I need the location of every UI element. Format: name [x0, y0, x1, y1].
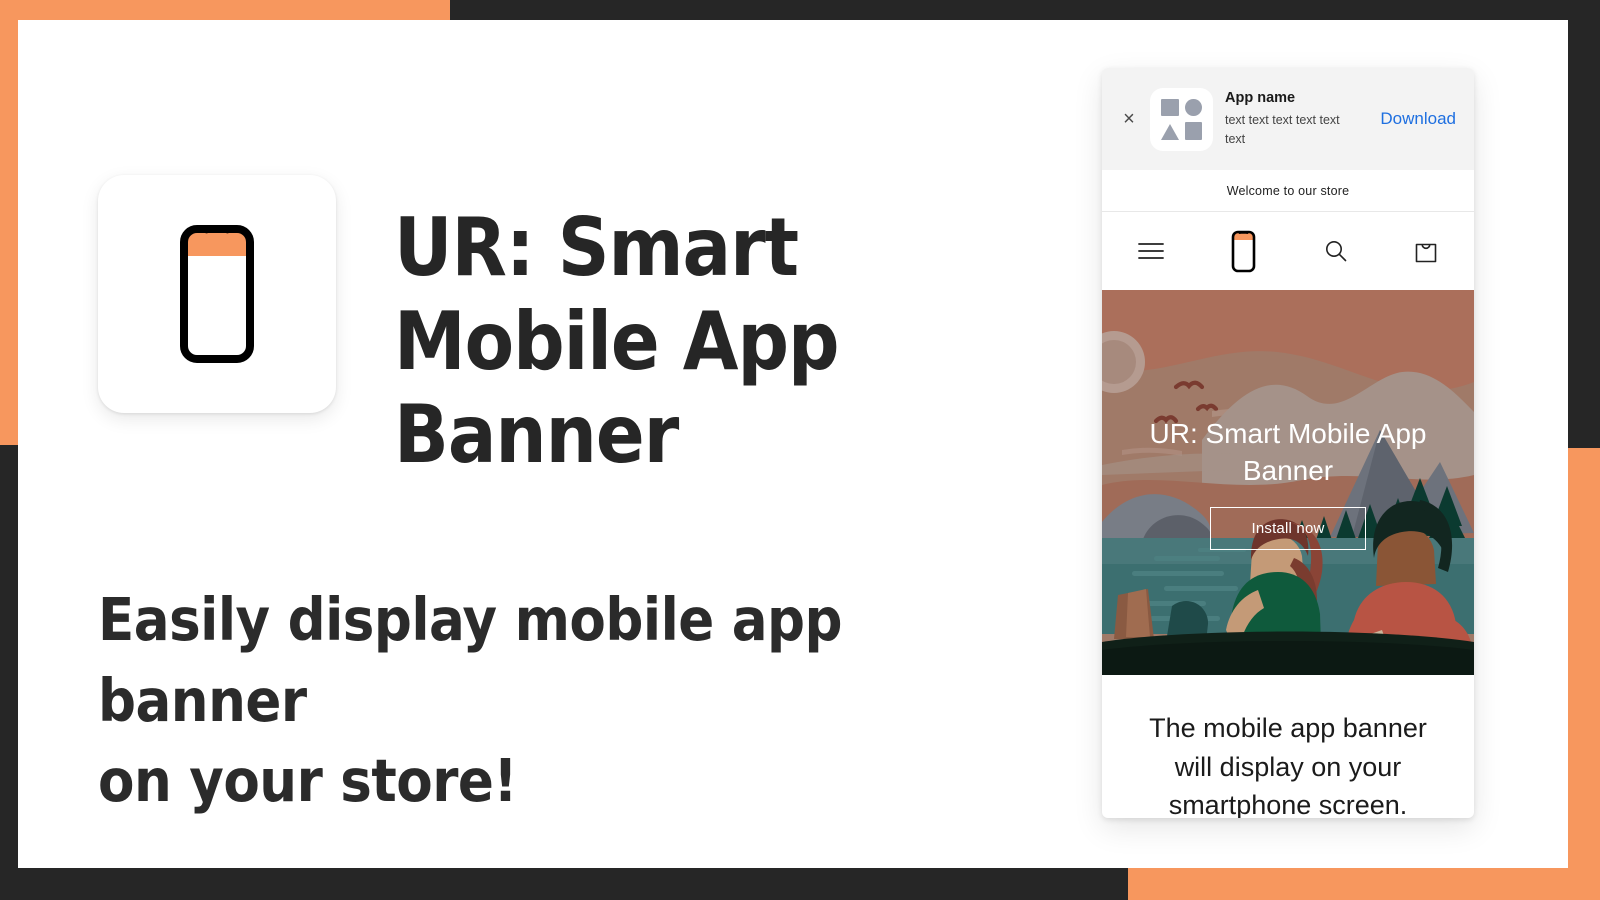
icon-shape-square-bottom-right: [1185, 122, 1202, 140]
shopping-bag-icon[interactable]: [1414, 239, 1438, 264]
icon-shape-triangle: [1161, 123, 1179, 140]
app-description-label: text text text text text text: [1225, 113, 1340, 146]
mobile-phone-icon: [180, 225, 254, 363]
page-title: UR: Smart Mobile App Banner: [394, 201, 840, 482]
left-content-column: UR: Smart Mobile App Banner Easily displ…: [98, 175, 1058, 822]
store-logo-phone-icon[interactable]: [1230, 229, 1257, 274]
store-hero-image: UR: Smart Mobile App Banner Install now: [1102, 290, 1474, 675]
app-meta: App name text text text text text text: [1225, 89, 1362, 148]
frame-right-dark: [1568, 0, 1600, 448]
phone-preview-card: × App name text text text text text text…: [1102, 68, 1474, 818]
announcement-bar: Welcome to our store: [1102, 170, 1474, 212]
app-name-label: App name: [1225, 90, 1296, 107]
search-icon[interactable]: [1324, 239, 1348, 263]
frame-top-orange: [0, 0, 450, 20]
hero-heading: UR: Smart Mobile App Banner: [1149, 417, 1427, 486]
slide-stage: UR: Smart Mobile App Banner Easily displ…: [0, 0, 1600, 900]
icon-shape-circle: [1185, 98, 1202, 116]
content-canvas: UR: Smart Mobile App Banner Easily displ…: [18, 20, 1568, 868]
hamburger-menu-icon[interactable]: [1138, 242, 1164, 260]
frame-left-orange: [0, 0, 18, 445]
app-logo-card: [98, 175, 336, 413]
mobile-app-banner: × App name text text text text text text…: [1102, 68, 1474, 170]
title-row: UR: Smart Mobile App Banner: [98, 175, 1058, 482]
icon-shape-square-top-left: [1161, 98, 1179, 116]
store-header: [1102, 212, 1474, 290]
install-now-button[interactable]: Install now: [1210, 507, 1366, 551]
page-subheading: Easily display mobile app banner on your…: [98, 584, 843, 816]
frame-top-dark: [450, 0, 1600, 20]
frame-bottom-orange: [1128, 868, 1600, 900]
frame-bottom-dark: [0, 868, 1128, 900]
hero-overlay: UR: Smart Mobile App Banner Install now: [1102, 290, 1474, 675]
frame-left-dark: [0, 445, 18, 900]
close-icon[interactable]: ×: [1120, 109, 1138, 129]
phone-preview-caption: The mobile app banner will display on yo…: [1149, 713, 1427, 818]
download-link[interactable]: Download: [1374, 109, 1456, 129]
app-icon: [1150, 87, 1213, 151]
frame-right-orange: [1568, 448, 1600, 900]
